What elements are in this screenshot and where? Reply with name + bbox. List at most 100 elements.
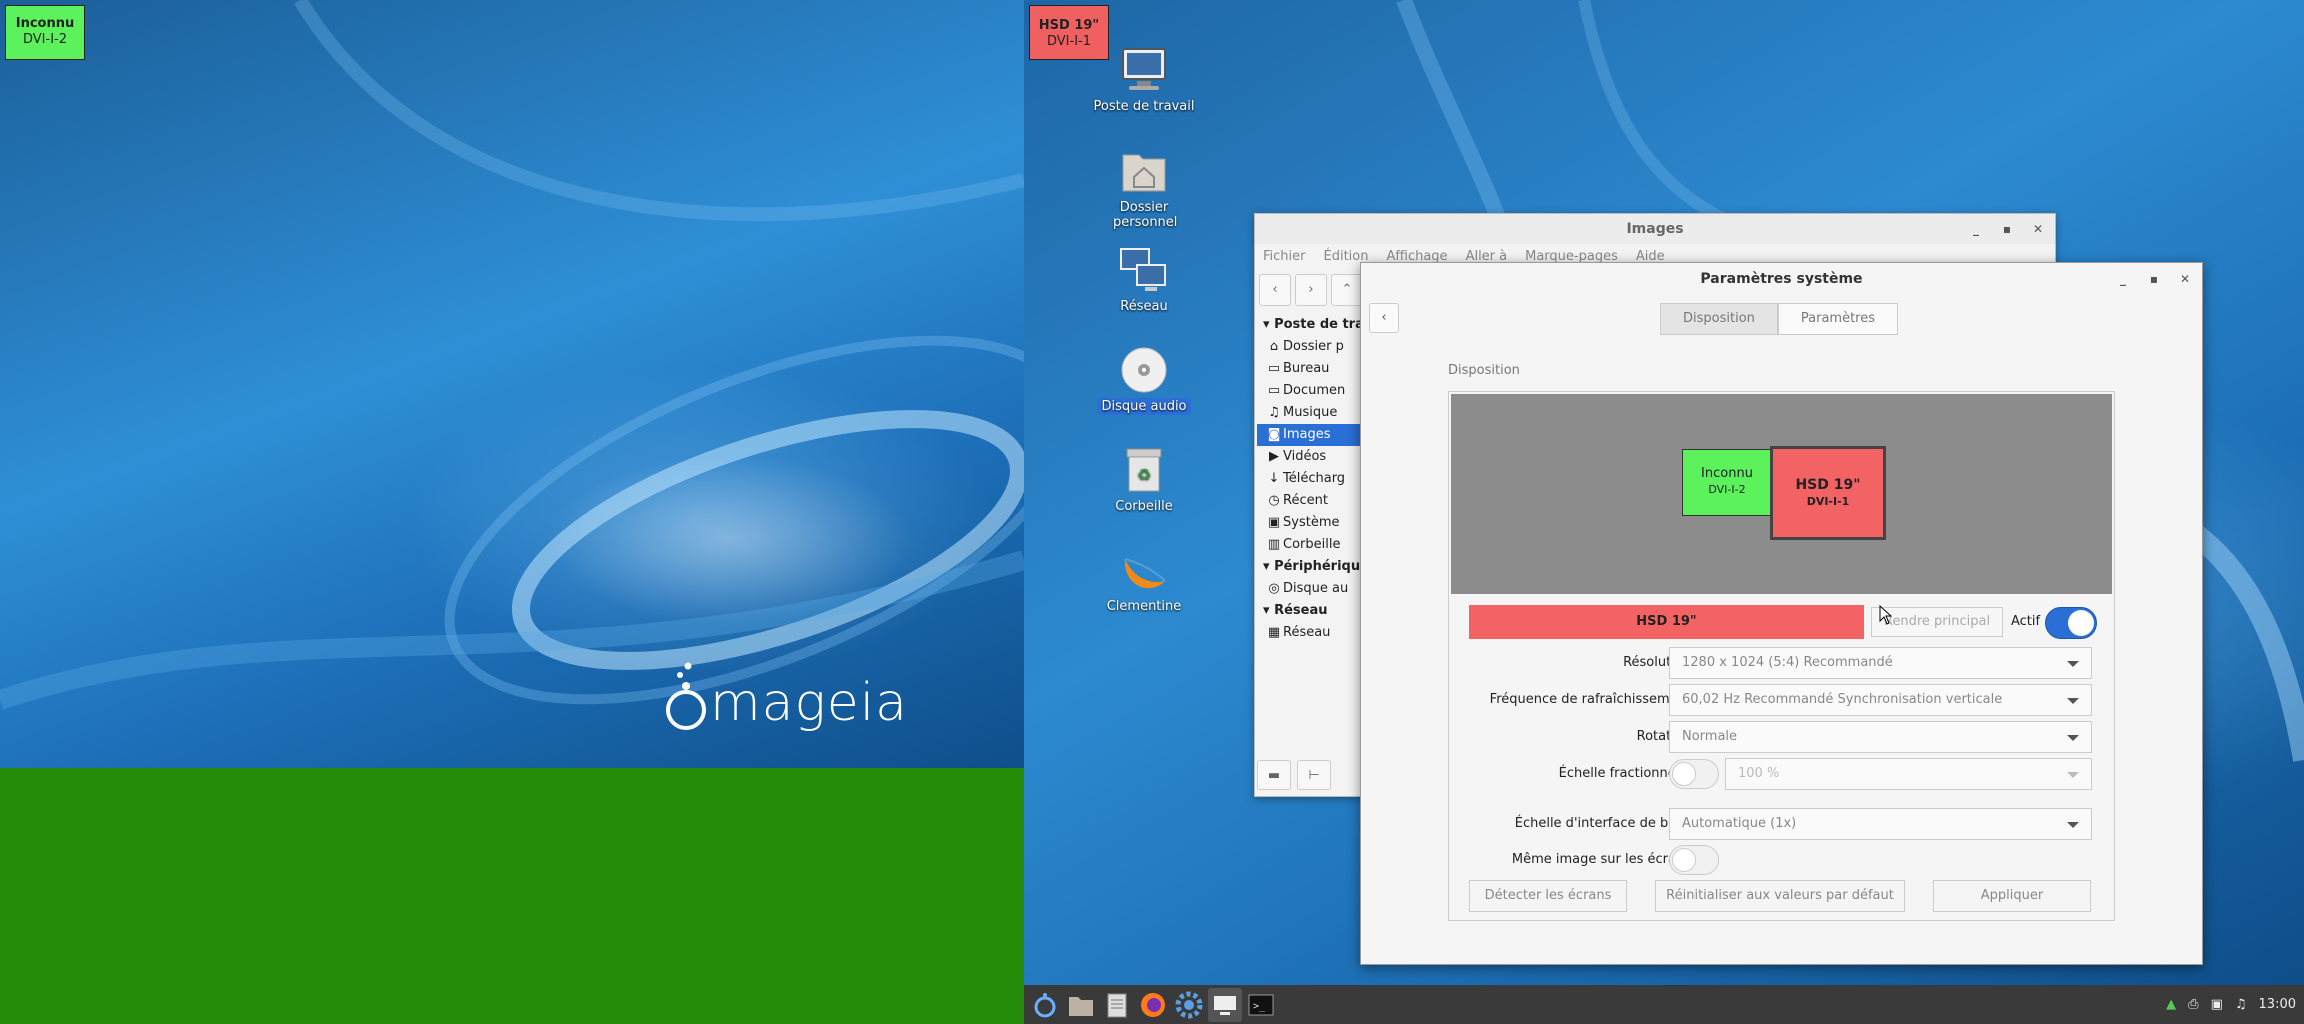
refresh-select[interactable]: 60,02 Hz Recommandé Synchronisation vert… — [1669, 684, 2092, 716]
window-titlebar[interactable]: Images _ ▪ ✕ — [1255, 214, 2055, 244]
maximize-icon[interactable]: ▪ — [2003, 214, 2011, 244]
sidebar-section-devices[interactable]: ▾ Périphériqu — [1257, 556, 1367, 578]
back-button[interactable]: ‹ — [1369, 303, 1399, 333]
sidebar-item-recent[interactable]: ◷ Récent — [1257, 490, 1367, 512]
camera-icon: ◙ — [1267, 427, 1281, 442]
sidebar-section-computer[interactable]: ▾ Poste de trav — [1257, 314, 1367, 336]
sidebar-item-label: Réseau — [1283, 625, 1331, 640]
folder-icon — [1069, 997, 1093, 1016]
desktop-icon-clementine[interactable]: Clementine — [1089, 545, 1199, 614]
sidebar-item-label: Disque au — [1283, 581, 1349, 596]
monitor-tile-hsd[interactable]: HSD 19" DVI-I-1 — [1770, 446, 1886, 540]
sidebar-item-trash[interactable]: ▥ Corbeille — [1257, 534, 1367, 556]
mageia-logo: mageia — [662, 655, 932, 735]
taskbar-settings[interactable] — [1172, 988, 1206, 1022]
monitor-name: HSD 19" — [1795, 477, 1861, 493]
tab-settings[interactable]: Paramètres — [1777, 303, 1899, 335]
show-places-button[interactable]: ▬ — [1257, 760, 1291, 790]
show-tree-button[interactable]: ⊢ — [1297, 760, 1331, 790]
taskbar-firefox[interactable] — [1136, 988, 1170, 1022]
sidebar-item-videos[interactable]: ▶ Vidéos — [1257, 446, 1367, 468]
folder-icon: ▭ — [1267, 361, 1281, 376]
menu-item[interactable]: Fichier — [1263, 244, 1306, 270]
clock[interactable]: 13:00 — [2259, 985, 2296, 1024]
minimize-icon[interactable]: _ — [1973, 214, 1979, 244]
taskbar: >_ ▲ ⎙ ▣ ♫ 13:00 — [1024, 985, 2304, 1024]
sidebar-item-pictures[interactable]: ◙ Images — [1257, 424, 1367, 446]
ui-scale-select[interactable]: Automatique (1x) — [1669, 808, 2092, 840]
maximize-icon[interactable]: ▪ — [2150, 263, 2158, 295]
mirror-toggle[interactable] — [1669, 845, 1719, 875]
svg-text:>_: >_ — [1253, 1001, 1266, 1012]
desktop-icon-audio-cd[interactable]: Disque audio — [1089, 345, 1199, 415]
close-icon[interactable]: ✕ — [2033, 214, 2043, 244]
reset-defaults-button[interactable]: Réinitialiser aux valeurs par défaut — [1655, 880, 1905, 912]
desktop-icon-computer[interactable]: Poste de travail — [1089, 45, 1199, 114]
clipboard-icon[interactable]: ▣ — [2211, 985, 2223, 1024]
badge-monitor-port: DVI-I-2 — [23, 32, 67, 48]
up-button[interactable]: ⌃ — [1331, 274, 1363, 306]
sidebar-item-downloads[interactable]: ↓ Télécharg — [1257, 468, 1367, 490]
gear-icon — [1175, 991, 1203, 1019]
sidebar-section-title: Poste de trav — [1274, 317, 1367, 332]
close-icon[interactable]: ✕ — [2180, 263, 2190, 295]
apply-button[interactable]: Appliquer — [1933, 880, 2091, 912]
monitor-tile-unknown[interactable]: Inconnu DVI-I-2 — [1682, 449, 1772, 516]
taskbar-display-settings[interactable] — [1208, 988, 1242, 1022]
tab-layout[interactable]: Disposition — [1660, 303, 1778, 335]
computer-icon — [1119, 45, 1169, 95]
sidebar-item-label: Documen — [1283, 383, 1346, 398]
rotation-select[interactable]: Normale — [1669, 721, 2092, 753]
trash-icon: ▥ — [1267, 537, 1281, 552]
minimize-icon[interactable]: _ — [2120, 263, 2126, 295]
sidebar-item-documents[interactable]: ▭ Documen — [1257, 380, 1367, 402]
refresh-value: 60,02 Hz Recommandé Synchronisation vert… — [1682, 692, 2003, 707]
refresh-row: Fréquence de rafraîchissement 60,02 Hz R… — [1449, 684, 2114, 716]
back-button[interactable]: ‹ — [1259, 274, 1291, 306]
sidebar-item-audio-cd[interactable]: ◎ Disque au — [1257, 578, 1367, 600]
taskbar-file-manager[interactable] — [1064, 988, 1098, 1022]
toggle-knob — [2068, 610, 2094, 636]
fractional-scale-select[interactable]: 100 % — [1725, 758, 2092, 790]
sidebar-item-home[interactable]: ⌂ Dossier p — [1257, 336, 1367, 358]
folder-icon: ▬ — [1267, 768, 1281, 783]
fractional-scale-toggle[interactable] — [1669, 759, 1719, 789]
wifi-icon[interactable]: ▲ — [2166, 985, 2176, 1024]
desktop-icon-trash[interactable]: ♻ Corbeille — [1089, 445, 1199, 514]
sidebar-item-label: Images — [1283, 427, 1331, 442]
desktop-icon-home[interactable]: Dossier personnel — [1089, 145, 1199, 231]
selected-monitor-row: HSD 19" Rendre principal Actif — [1469, 605, 2114, 639]
tab-bar: Disposition Paramètres — [1660, 303, 1899, 335]
printer-icon[interactable]: ⎙ — [2188, 985, 2198, 1024]
taskbar-text-editor[interactable] — [1100, 988, 1134, 1022]
window-titlebar[interactable]: Paramètres système _ ▪ ✕ — [1361, 263, 2202, 295]
music-icon[interactable]: ♫ — [2235, 985, 2247, 1024]
mouse-cursor-icon — [1879, 605, 1893, 625]
svg-text:♻: ♻ — [1137, 465, 1151, 484]
sidebar-item-network[interactable]: ▦ Réseau — [1257, 622, 1367, 644]
sidebar-item-label: Télécharg — [1283, 471, 1346, 486]
sidebar-item-system[interactable]: ▣ Système — [1257, 512, 1367, 534]
section-heading: Disposition — [1448, 363, 1520, 378]
trash-icon: ♻ — [1119, 445, 1169, 495]
sidebar-item-desktop[interactable]: ▭ Bureau — [1257, 358, 1367, 380]
desktop-icon-label: Disque audio — [1097, 398, 1191, 415]
taskbar-terminal[interactable]: >_ — [1244, 988, 1278, 1022]
sidebar-item-label: Vidéos — [1283, 449, 1327, 464]
ui-scale-row: Échelle d'interface de base Automatique … — [1449, 808, 2114, 840]
resolution-select[interactable]: 1280 x 1024 (5:4) Recommandé — [1669, 647, 2092, 679]
clock-icon: ◷ — [1268, 493, 1280, 508]
dropdown-arrow-icon — [2067, 822, 2079, 828]
app-menu-button[interactable] — [1028, 988, 1062, 1022]
forward-button[interactable]: › — [1295, 274, 1327, 306]
desktop-icon-network[interactable]: Réseau — [1089, 245, 1199, 314]
terminal-icon: >_ — [1248, 994, 1274, 1016]
resolution-value: 1280 x 1024 (5:4) Recommandé — [1682, 655, 1893, 670]
sidebar-item-label: Bureau — [1283, 361, 1330, 376]
sidebar-item-music[interactable]: ♫ Musique — [1257, 402, 1367, 424]
sidebar-item-label: Corbeille — [1283, 537, 1341, 552]
sidebar-section-network[interactable]: ▾ Réseau — [1257, 600, 1367, 622]
detect-displays-button[interactable]: Détecter les écrans — [1469, 880, 1627, 912]
active-toggle[interactable] — [2045, 607, 2097, 639]
clementine-icon — [1119, 545, 1169, 595]
